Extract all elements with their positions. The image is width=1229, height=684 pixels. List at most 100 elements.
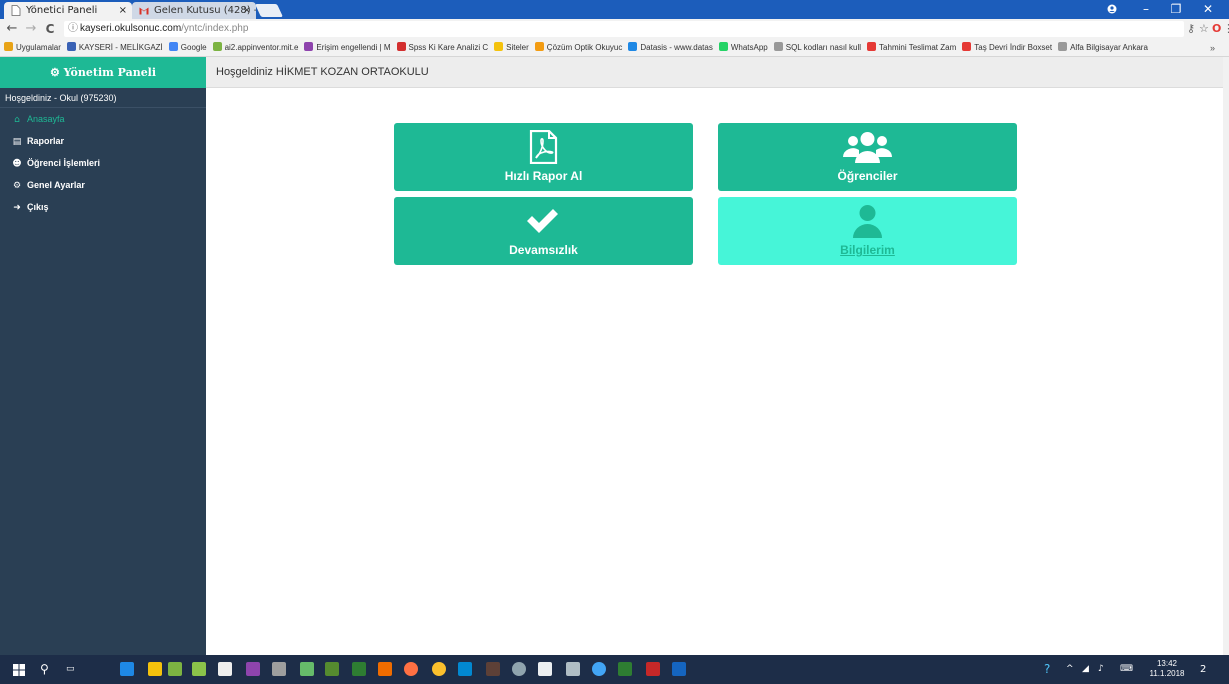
chrome-icon[interactable] [432,662,446,676]
app-icon[interactable] [300,662,314,676]
taskbar-clock[interactable]: 13:42 11.1.2018 [1144,659,1190,679]
bookmark-item[interactable]: Siteler [494,39,529,56]
app-icon[interactable] [192,662,206,676]
main-content: Hızlı Rapor Al Öğrenciler Devamsızlık Bi… [206,88,1223,655]
keyboard-icon[interactable]: ⌨ [1120,655,1133,684]
excel-icon[interactable] [618,662,632,676]
bookmark-item[interactable]: ai2.appinventor.mit.e [212,39,298,56]
bookmark-label: Erişim engellendi | M [316,43,391,52]
help-icon[interactable]: ? [1044,655,1050,684]
tab-title: Yönetici Paneli [26,5,98,16]
bookmark-icon [4,42,13,51]
tab-gelen-kutusu[interactable]: Gelen Kutusu (428) - ida × [132,2,256,19]
task-view-icon[interactable]: ▭ [66,655,75,684]
address-bar[interactable]: ⓘ kayseri.okulsonuc.com/yntc/index.php [64,21,1184,37]
bookmark-item[interactable]: Erişim engellendi | M [304,39,391,56]
card-label: Hızlı Rapor Al [504,169,583,183]
illustrator-icon[interactable] [486,662,500,676]
bookmark-icon [304,42,314,51]
bookmark-item[interactable]: Spss Ki Kare Analizi C [396,39,488,56]
tray-chevron-icon[interactable]: ^ [1066,655,1074,684]
back-button[interactable]: ← [4,20,20,38]
app-icon[interactable] [566,662,580,676]
app-icon[interactable] [458,662,472,676]
card-devamsizlik[interactable]: Devamsızlık [394,197,693,265]
bookmark-item[interactable]: Alfa Bilgisayar Ankara [1058,39,1148,56]
store-icon[interactable] [218,662,232,676]
bookmark-item[interactable]: Tahmini Teslimat Zam [867,39,957,56]
volume-icon[interactable]: ♪ [1098,655,1104,684]
forward-button[interactable]: → [23,20,39,38]
card-label: Bilgilerim [840,243,895,257]
sidebar: ⚙ Yönetim Paneli Hoşgeldiniz - Okul (975… [0,57,206,655]
profile-icon[interactable] [1098,0,1126,19]
bookmark-item[interactable]: KAYSERİ - MELİKGAZİ [66,39,163,56]
bookmark-item[interactable]: SQL kodları nasıl kull [773,39,861,56]
tab-close-icon[interactable]: × [243,2,251,19]
star-icon[interactable]: ☆ [1199,22,1209,35]
bookmark-icon [773,42,783,51]
menu-icon[interactable]: ⋮ [1223,22,1229,35]
sidebar-item-ogrenci-islemleri[interactable]: ☻ Öğrenci İşlemleri [0,152,206,174]
dreamweaver-icon[interactable] [352,662,366,676]
sidebar-item-genel-ayarlar[interactable]: ⚙ Genel Ayarlar [0,174,206,196]
firefox-icon[interactable] [404,662,418,676]
card-label: Devamsızlık [509,243,578,257]
maximize-button[interactable]: ❐ [1162,0,1190,19]
page-scrollbar[interactable] [1223,57,1229,655]
search-icon[interactable]: ⚲ [40,655,49,684]
bookmark-item[interactable]: Uygulamalar [4,39,61,56]
key-icon[interactable]: ⚷ [1187,22,1195,35]
ie-icon[interactable] [592,662,606,676]
file-explorer-icon[interactable] [148,662,162,676]
close-window-button[interactable]: ✕ [1194,0,1222,19]
minimize-button[interactable]: – [1132,0,1160,19]
bookmark-item[interactable]: Taş Devri İndir Boxset [962,39,1052,56]
opera-icon[interactable]: O [1212,22,1221,35]
pdf-reader-icon[interactable] [646,662,660,676]
bookmark-item[interactable]: WhatsApp [718,39,768,56]
bookmark-label: Tahmini Teslimat Zam [879,43,957,52]
app-icon[interactable] [512,662,526,676]
notification-badge[interactable]: 2 [1200,655,1206,684]
bookmark-item[interactable]: Google [168,39,207,56]
sidebar-title[interactable]: ⚙ Yönetim Paneli [0,57,206,88]
edge-icon[interactable] [120,662,134,676]
sidebar-item-label: Çıkış [27,202,49,212]
windows-start-icon[interactable] [13,664,25,676]
word-icon[interactable] [672,662,686,676]
network-icon[interactable]: ◢ [1082,655,1089,684]
app-icon[interactable] [272,662,286,676]
bookmarks-more-button[interactable]: » [1210,39,1215,56]
new-tab-button[interactable] [254,4,284,17]
card-hizli-rapor-al[interactable]: Hızlı Rapor Al [394,123,693,191]
bookmark-item[interactable]: Çözüm Optik Okuyuc [534,39,623,56]
card-bilgilerim[interactable]: Bilgilerim [718,197,1017,265]
app-icon[interactable] [378,662,392,676]
bookmark-label: Datasis - www.datas [640,43,713,52]
bookmark-icon [718,42,728,51]
sidebar-item-anasayfa[interactable]: ⌂ Anasayfa [0,108,206,130]
sidebar-item-raporlar[interactable]: ▤ Raporlar [0,130,206,152]
tab-yonetici-paneli[interactable]: Yönetici Paneli × [4,2,132,19]
info-icon[interactable]: ⓘ [68,21,78,37]
sidebar-item-cikis[interactable]: ➜ Çıkış [0,196,206,218]
bookmark-label: Çözüm Optik Okuyuc [546,43,623,52]
tab-close-icon[interactable]: × [119,2,127,19]
logout-icon: ➜ [13,203,21,213]
fireworks-icon[interactable] [325,662,339,676]
mail-icon[interactable] [538,662,552,676]
bookmark-item[interactable]: Datasis - www.datas [628,39,713,56]
card-ogrenciler[interactable]: Öğrenciler [718,123,1017,191]
bookmark-icon [628,42,638,51]
reload-button[interactable]: C [42,20,58,38]
pdf-file-icon [529,130,558,164]
bookmarks-bar: Uygulamalar KAYSERİ - MELİKGAZİ Google ai2.… [0,39,1229,57]
app-icon[interactable] [246,662,260,676]
app-icon[interactable] [168,662,182,676]
bookmark-label: Uygulamalar [16,43,61,52]
checkmark-icon [527,209,558,233]
sidebar-welcome: Hoşgeldiniz - Okul (975230) [0,88,206,108]
gear-icon: ⚙ [12,181,22,191]
bookmark-icon [534,42,544,51]
